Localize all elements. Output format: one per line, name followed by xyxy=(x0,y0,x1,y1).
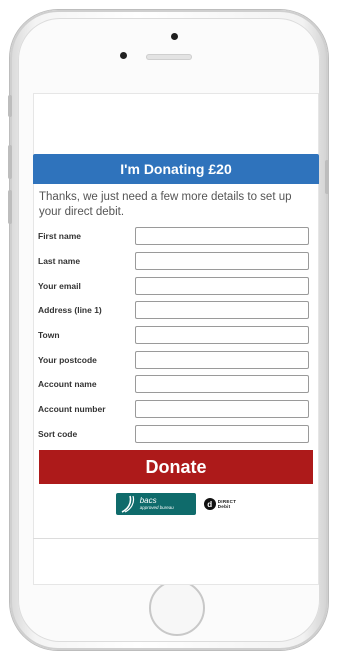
form-row-first-name: First name xyxy=(33,224,319,249)
volume-up-button xyxy=(8,145,12,179)
screen-divider xyxy=(33,538,319,539)
email-label: Your email xyxy=(38,280,81,291)
form-row-email: Your email xyxy=(33,273,319,298)
account-name-field[interactable] xyxy=(135,375,309,394)
bacs-logo-text: bacs xyxy=(139,496,157,506)
account-number-field[interactable] xyxy=(135,400,309,419)
sort-code-label: Sort code xyxy=(38,428,78,439)
front-camera-icon xyxy=(171,33,178,40)
postcode-label: Your postcode xyxy=(38,354,97,365)
first-name-label: First name xyxy=(38,231,81,242)
donation-header: I'm Donating £20 xyxy=(33,154,319,184)
postcode-field[interactable] xyxy=(135,350,309,369)
direct-debit-line2: Debit xyxy=(217,504,231,510)
mute-switch xyxy=(8,95,12,117)
address-label: Address (line 1) xyxy=(38,305,102,316)
address-field[interactable] xyxy=(135,301,309,320)
account-number-label: Account number xyxy=(38,404,106,415)
form-row-address: Address (line 1) xyxy=(33,298,319,323)
donate-button[interactable]: Donate xyxy=(39,450,313,485)
intro-text: Thanks, we just need a few more details … xyxy=(39,191,292,218)
last-name-label: Last name xyxy=(38,256,81,267)
power-button xyxy=(325,160,329,194)
volume-down-button xyxy=(8,190,12,224)
bacs-swoosh-icon xyxy=(121,495,134,513)
form-row-last-name: Last name xyxy=(33,249,319,274)
form-row-account-name: Account name xyxy=(33,372,319,397)
first-name-field[interactable] xyxy=(135,227,309,246)
form-row-sort-code: Sort code xyxy=(33,422,319,447)
direct-debit-logo: d DIRECT Debit xyxy=(203,498,237,511)
form-row-account-number: Account number xyxy=(33,397,319,422)
sort-code-field[interactable] xyxy=(135,424,309,443)
bacs-logo: bacs approved bureau xyxy=(115,493,196,516)
bacs-logo-subtext: approved bureau xyxy=(139,505,174,511)
account-name-label: Account name xyxy=(38,379,97,390)
payment-logos: bacs approved bureau d DIRECT Debit xyxy=(33,488,319,520)
direct-debit-icon: d xyxy=(203,498,216,511)
donation-form-card: I'm Donating £20 Thanks, we just need a … xyxy=(33,154,319,542)
form-row-town: Town xyxy=(33,323,319,348)
donation-title: I'm Donating £20 xyxy=(120,161,232,177)
email-field[interactable] xyxy=(135,276,309,295)
sensor-dot-icon xyxy=(120,52,127,59)
phone-screen: I'm Donating £20 Thanks, we just need a … xyxy=(33,93,319,585)
last-name-field[interactable] xyxy=(135,252,309,271)
form-row-postcode: Your postcode xyxy=(33,347,319,372)
town-field[interactable] xyxy=(135,326,309,345)
home-button[interactable] xyxy=(149,580,205,636)
town-label: Town xyxy=(38,330,60,341)
earpiece-speaker xyxy=(146,54,192,60)
